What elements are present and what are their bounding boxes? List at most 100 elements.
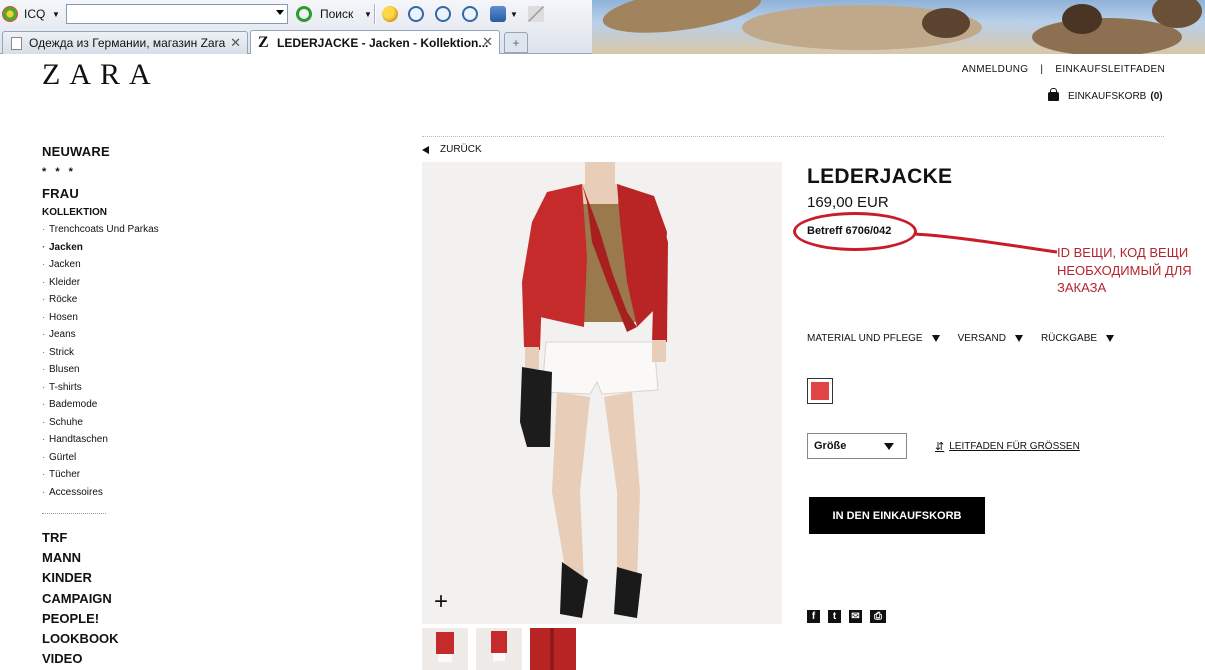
close-tab-icon[interactable]: ✕ (230, 35, 241, 51)
size-select[interactable]: Größe (807, 433, 907, 459)
subcategory-label: T-shirts (49, 381, 82, 393)
category-sidebar: NEUWARE * * * FRAU KOLLEKTION · Trenchcoa… (42, 144, 242, 669)
thumbnail-front-image (422, 628, 468, 670)
smiley-icon[interactable] (382, 6, 398, 22)
thumbnail-side-image (476, 628, 522, 670)
subcategory-item[interactable]: · Schuhe (42, 414, 242, 432)
returns-toggle[interactable]: RÜCKGABE (1041, 333, 1115, 344)
main-category-item[interactable]: PEOPLE! (42, 609, 242, 629)
add-to-cart-button[interactable]: IN DEN EINKAUFSKORB (809, 497, 985, 534)
product-thumbnail[interactable] (476, 628, 522, 670)
subcategory-label: Trenchcoats Und Parkas (49, 224, 159, 235)
subcategory-item[interactable]: · Trenchcoats Und Parkas (42, 221, 242, 239)
product-photo[interactable]: + (422, 162, 782, 624)
subcategory-item[interactable]: · Strick (42, 344, 242, 362)
bullet-dot: · (42, 416, 46, 428)
subcategory-item[interactable]: · T-shirts (42, 379, 242, 397)
main-category-item[interactable]: MANN (42, 548, 242, 568)
search-button[interactable]: Поиск (320, 4, 353, 24)
new-tab-button[interactable]: + (504, 32, 528, 53)
subcategory-label: Röcke (49, 294, 78, 305)
subcategory-item[interactable]: · Blusen (42, 361, 242, 379)
browser-chrome: ICQ ▼ Поиск ▼ ▼ Одежда из Германии, мага… (0, 0, 1205, 54)
subcategory-item[interactable]: · Jacken (42, 239, 242, 257)
content-divider (422, 136, 1164, 137)
subcategory-label: Strick (49, 346, 74, 358)
subcategory-item[interactable]: · Gürtel (42, 449, 242, 467)
subcategory-label: Jacken (49, 241, 83, 253)
facebook-icon[interactable]: f (807, 610, 820, 623)
toolbar-search-input[interactable] (66, 4, 288, 24)
subcategory-item[interactable]: · Tücher (42, 466, 242, 484)
download-icon[interactable] (490, 6, 506, 22)
main-category-item[interactable]: KINDER (42, 568, 242, 588)
subcategory-item[interactable]: · Handtaschen (42, 431, 242, 449)
main-category-item[interactable]: LOOKBOOK (42, 629, 242, 649)
print-icon[interactable]: ⎙ (870, 610, 886, 623)
icq-dropdown-icon[interactable]: ▼ (52, 4, 60, 24)
subcategory-item[interactable]: · Accessoires (42, 484, 242, 502)
zoom-fit-icon[interactable] (435, 6, 451, 22)
download-dropdown-icon[interactable]: ▼ (510, 4, 518, 24)
subcategory-label: Handtaschen (49, 434, 108, 445)
tab-label: LEDERJACKE - Jacken - Kollektion... (277, 35, 489, 50)
back-link[interactable]: ZURÜCK (422, 144, 482, 155)
email-icon[interactable]: ✉ (849, 610, 862, 623)
color-swatch[interactable] (807, 378, 833, 404)
twitter-icon[interactable]: t (828, 610, 841, 623)
nav-kollektion[interactable]: KOLLEKTION (42, 207, 242, 218)
subcategory-item[interactable]: · Röcke (42, 291, 242, 309)
zara-logo[interactable]: ZARA (42, 58, 160, 92)
toolbar-separator (374, 4, 376, 24)
subcategory-item[interactable]: · Bademode (42, 396, 242, 414)
login-link[interactable]: ANMELDUNG (962, 64, 1029, 75)
nav-frau[interactable]: FRAU (42, 186, 242, 201)
material-care-toggle[interactable]: MATERIAL UND PFLEGE (807, 333, 940, 344)
zoom-plus-icon[interactable]: + (434, 590, 448, 614)
pencil-icon[interactable] (528, 6, 544, 22)
size-select-value: Größe (814, 440, 847, 452)
product-thumbnail[interactable] (530, 628, 576, 670)
main-category-item[interactable]: CAMPAIGN (42, 589, 242, 609)
size-guide-link[interactable]: ⇵ LEITFADEN FÜR GRÖSSEN (935, 440, 1080, 453)
dropdown-triangle-icon (1014, 335, 1023, 342)
bullet-dot: · (42, 451, 46, 463)
search-icon[interactable] (296, 6, 312, 22)
bullet-dot: · (42, 469, 46, 480)
shipping-toggle[interactable]: VERSAND (958, 333, 1023, 344)
subcategory-item[interactable]: · Hosen (42, 309, 242, 327)
browser-tab[interactable]: Одежда из Германии, магазин Zara ✕ (2, 31, 248, 54)
browser-tab-active[interactable]: Z LEDERJACKE - Jacken - Kollektion... ✕ (250, 30, 500, 54)
back-label: ZURÜCK (440, 144, 482, 155)
search-options-icon[interactable]: ▼ (364, 4, 372, 24)
bullet-dot: · (42, 294, 46, 305)
color-swatch-fill (811, 382, 829, 400)
icq-flower-icon[interactable] (2, 6, 18, 22)
main-category-item[interactable]: VIDEO (42, 649, 242, 669)
nav-stars[interactable]: * * * (42, 166, 242, 178)
subcategory-item[interactable]: · Jacken (42, 256, 242, 274)
nav-neuware[interactable]: NEUWARE (42, 144, 242, 159)
main-category-item[interactable]: TRF (42, 528, 242, 548)
shopping-guide-link[interactable]: EINKAUFSLEITFADEN (1055, 64, 1165, 75)
product-title: LEDERJACKE (807, 165, 953, 188)
subcategory-item[interactable]: · Kleider (42, 274, 242, 292)
tab-label: Одежда из Германии, магазин Zara (29, 36, 226, 50)
subcategory-item[interactable]: · Jeans (42, 326, 242, 344)
search-dropdown-icon[interactable] (276, 10, 284, 15)
shopping-bag-icon (1048, 88, 1059, 101)
icq-label[interactable]: ICQ (24, 4, 45, 24)
zoom-in-icon[interactable] (408, 6, 424, 22)
main-category-list: TRF MANN KINDER CAMPAIGN PEOPLE! LOOKBOOK VIDE… (42, 528, 242, 669)
cart-link[interactable]: EINKAUFSKORB (0) (1048, 88, 1163, 102)
page-icon (11, 37, 22, 50)
subcategory-label: Hosen (49, 311, 78, 323)
product-price: 169,00 EUR (807, 194, 889, 211)
close-tab-icon[interactable]: ✕ (482, 34, 493, 50)
subcategory-label: Tücher (49, 469, 81, 480)
bullet-dot: · (42, 224, 46, 235)
product-thumbnail[interactable] (422, 628, 468, 670)
back-arrow-icon (422, 145, 429, 154)
zoom-out-icon[interactable] (462, 6, 478, 22)
size-guide-label: LEITFADEN FÜR GRÖSSEN (949, 441, 1080, 452)
